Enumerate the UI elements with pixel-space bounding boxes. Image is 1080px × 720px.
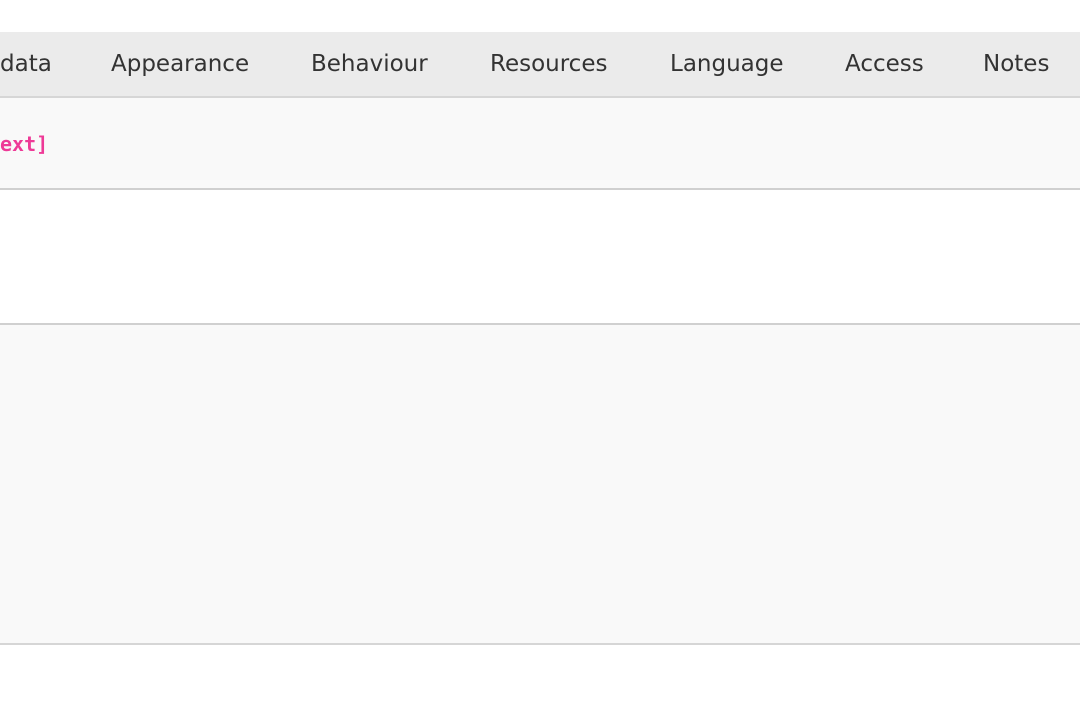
content-row — [0, 190, 1080, 325]
tab-behaviour[interactable]: Behaviour — [311, 32, 428, 96]
tab-metadata[interactable]: data — [0, 32, 52, 96]
tab-resources[interactable]: Resources — [490, 32, 607, 96]
tab-notes[interactable]: Notes — [983, 32, 1049, 96]
tab-access[interactable]: Access — [845, 32, 924, 96]
content-row — [0, 98, 1080, 190]
tab-language[interactable]: Language — [670, 32, 784, 96]
content-panel — [0, 325, 1080, 645]
code-text: ext] — [0, 132, 49, 156]
tab-bar: data Appearance Behaviour Resources Lang… — [0, 32, 1080, 98]
tab-appearance[interactable]: Appearance — [111, 32, 249, 96]
